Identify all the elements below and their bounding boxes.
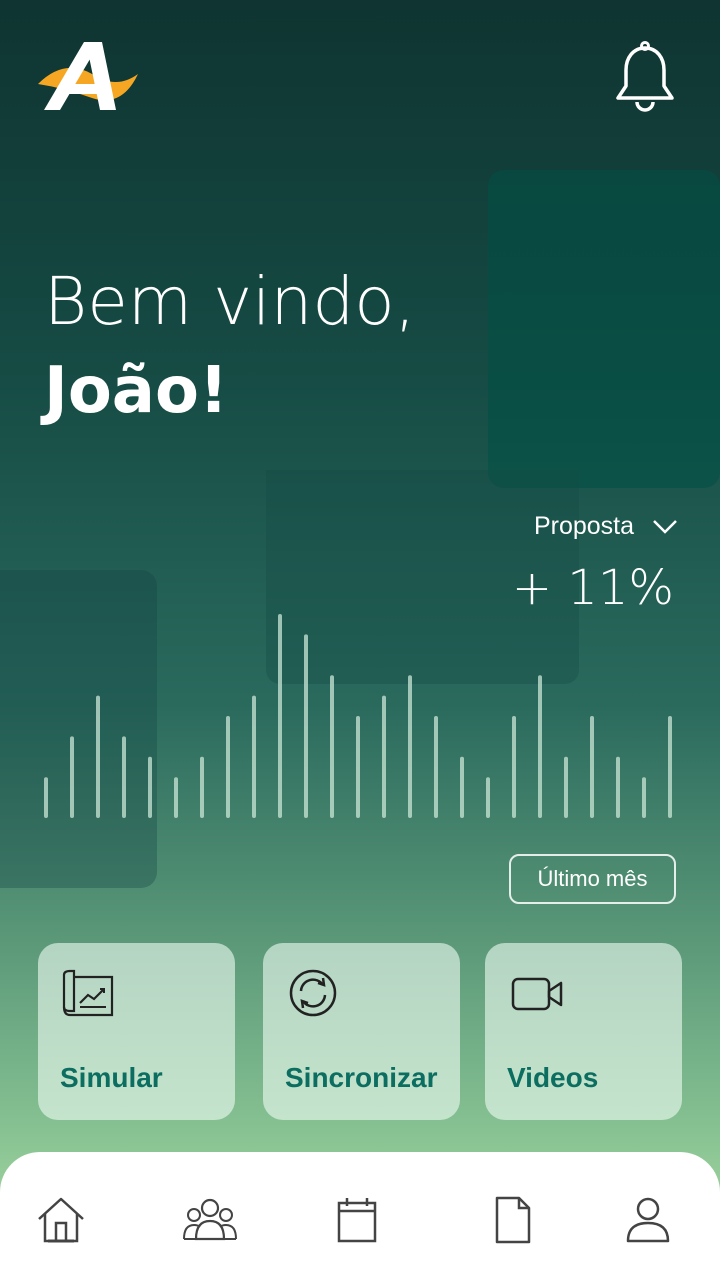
chart-bar (642, 777, 646, 818)
simulate-card[interactable]: Simular (38, 943, 235, 1120)
metric-dropdown[interactable]: Proposta (534, 512, 678, 541)
metric-selected-label: Proposta (533, 512, 634, 540)
period-filter-button[interactable]: Último mês (509, 854, 676, 904)
profile-icon (626, 1197, 670, 1243)
bell-icon[interactable] (612, 40, 678, 116)
welcome-user-name: João! (44, 354, 229, 428)
sync-card[interactable]: Sincronizar (263, 943, 460, 1120)
videos-card-label: Videos (507, 1062, 599, 1093)
brand-logo-icon (38, 42, 138, 110)
decorative-panel (488, 170, 720, 488)
chart-bar (486, 777, 490, 818)
nav-clients[interactable] (180, 1194, 240, 1246)
chart-bar (616, 756, 620, 818)
chart-bar (252, 695, 256, 818)
chart-bar (304, 634, 308, 818)
document-icon (495, 1196, 531, 1244)
chart-bar (668, 716, 672, 818)
welcome-heading: Bem vindo, João! (44, 258, 416, 436)
sync-icon (289, 969, 337, 1017)
chart-bar (96, 695, 100, 818)
nav-home[interactable] (31, 1194, 91, 1246)
chart-bar (278, 614, 282, 818)
chart-bar (590, 716, 594, 818)
chevron-down-icon (653, 519, 677, 534)
chart-bar (564, 756, 568, 818)
chart-bar (460, 756, 464, 818)
chart-bar (70, 736, 74, 818)
sync-card-label: Sincronizar (285, 1062, 438, 1093)
video-camera-icon (511, 977, 563, 1011)
chart-bar (512, 716, 516, 818)
videos-card[interactable]: Videos (485, 943, 682, 1120)
action-cards: Simular Sincronizar Videos (0, 943, 720, 1121)
simulate-card-label: Simular (60, 1062, 163, 1093)
welcome-greeting: Bem vindo, (44, 263, 416, 340)
users-icon (183, 1198, 237, 1241)
chart-bar (382, 695, 386, 818)
nav-profile[interactable] (618, 1194, 678, 1246)
chart-bar (200, 756, 204, 818)
chart-bar (174, 777, 178, 818)
nav-calendar[interactable] (327, 1194, 387, 1246)
chart-presentation-icon (62, 969, 114, 1017)
calendar-icon (337, 1198, 377, 1243)
home-screen: Bem vindo, João! Proposta + 11% Último m… (0, 0, 720, 1280)
chart-bar (148, 756, 152, 818)
chart-bar (226, 716, 230, 818)
chart-bar (44, 777, 48, 818)
bottom-navigation (0, 1152, 720, 1280)
chart-bar (538, 675, 542, 818)
chart-bar (330, 675, 334, 818)
chart-bar (356, 716, 360, 818)
nav-documents[interactable] (482, 1194, 542, 1246)
chart-bar (122, 736, 126, 818)
activity-bar-chart (44, 614, 672, 818)
chart-bar (408, 675, 412, 818)
home-icon (38, 1197, 84, 1243)
chart-bar (434, 716, 438, 818)
